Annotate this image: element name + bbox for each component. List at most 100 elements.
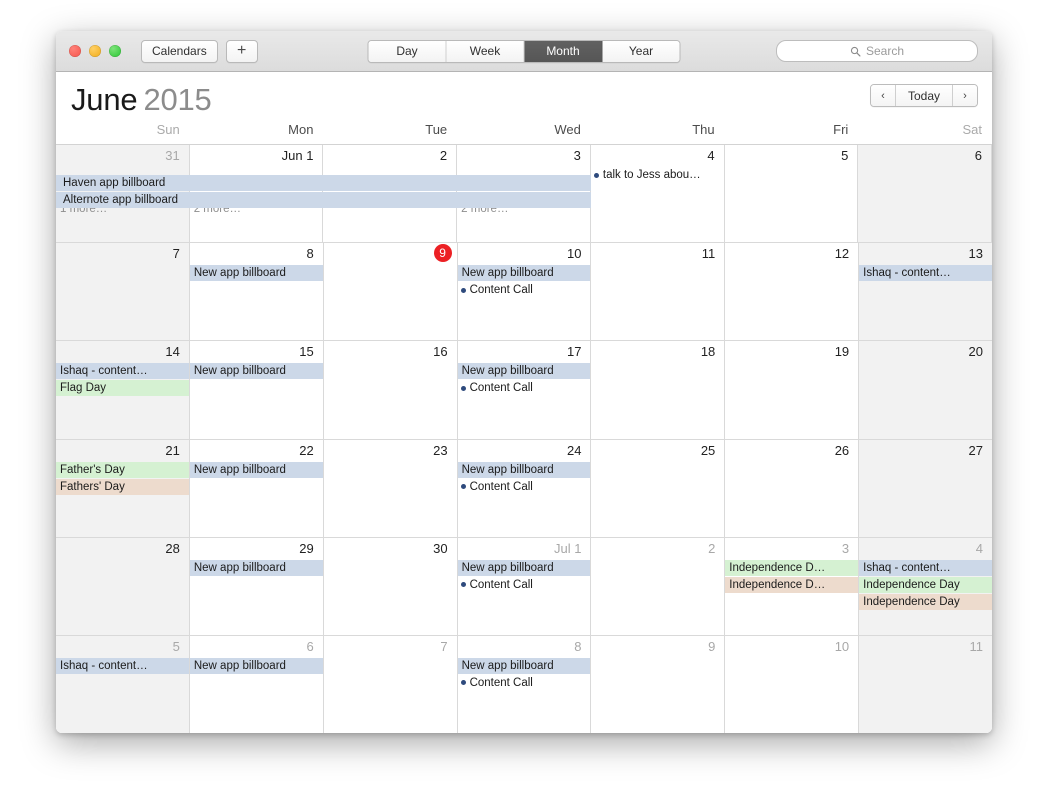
event-dot-icon <box>460 582 466 588</box>
multi-day-event-banner[interactable]: Alternote app billboard <box>56 192 591 208</box>
day-cell[interactable]: 30 <box>324 537 458 635</box>
day-number: 27 <box>968 442 984 458</box>
day-cell[interactable]: 8 New app billboard <box>189 243 324 341</box>
calendar-event[interactable]: Ishaq - content… <box>859 265 992 282</box>
week-row: 7 8 New app billboard 9 10 New app billboard C… <box>56 243 992 342</box>
day-cell[interactable]: 10 New app billboard Content Call <box>457 243 592 341</box>
calendar-event[interactable]: New app billboard <box>457 657 591 674</box>
calendar-event[interactable]: New app billboard <box>189 657 323 674</box>
day-cell[interactable]: 14 Ishaq - content… Flag Day <box>56 341 190 439</box>
calendar-event[interactable]: Content Call <box>458 479 591 495</box>
day-cell[interactable]: 24 New app billboard Content Call <box>457 439 592 537</box>
zoom-window-button[interactable] <box>109 45 121 57</box>
previous-month-button[interactable]: ‹ <box>870 85 896 106</box>
multi-day-event-banner[interactable]: Haven app billboard <box>56 175 591 191</box>
day-cell[interactable]: 6 <box>858 145 992 243</box>
calendar-event[interactable]: Content Call <box>458 675 591 691</box>
calendar-event[interactable]: Flag Day <box>56 380 189 397</box>
calendar-event[interactable]: Ishaq - content… <box>859 559 992 576</box>
day-number: 10 <box>834 638 850 654</box>
calendar-event[interactable]: Independence D… <box>725 576 859 593</box>
day-cell[interactable]: 27 <box>859 439 992 537</box>
search-field[interactable]: Search <box>776 40 978 62</box>
today-button[interactable]: Today <box>895 85 953 106</box>
calendar-event[interactable]: Content Call <box>458 380 591 396</box>
calendar-event[interactable]: New app billboard <box>189 559 323 576</box>
calendar-event[interactable]: Ishaq - content… <box>56 657 189 674</box>
day-number: 8 <box>574 638 582 654</box>
calendar-event[interactable]: Independence Day <box>859 576 992 593</box>
day-cell[interactable]: 23 <box>324 439 458 537</box>
close-window-button[interactable] <box>69 45 81 57</box>
day-cell[interactable]: 17 New app billboard Content Call <box>457 341 592 439</box>
day-cell[interactable]: Jul 1 New app billboard Content Call <box>457 537 592 635</box>
day-cell[interactable]: 13 Ishaq - content… <box>859 243 992 341</box>
tab-week[interactable]: Week <box>446 40 525 62</box>
calendar-event[interactable]: New app billboard <box>457 363 591 380</box>
day-cell[interactable]: 2 <box>591 537 726 635</box>
day-cell[interactable]: 6 New app billboard <box>189 635 324 733</box>
day-cell[interactable]: 19 <box>725 341 860 439</box>
calendar-event[interactable]: Content Call <box>458 577 591 593</box>
day-cell[interactable]: 4 Ishaq - content… Independence Day Indepen… <box>859 537 992 635</box>
tab-month[interactable]: Month <box>524 40 603 62</box>
calendar-event[interactable]: New app billboard <box>189 363 323 380</box>
calendar-event[interactable]: Independence Day <box>859 593 992 610</box>
day-cell[interactable]: 11 <box>859 635 992 733</box>
day-cell[interactable]: 28 <box>56 537 190 635</box>
calendar-event[interactable]: talk to Jess abou… <box>591 167 724 183</box>
day-events: New app billboard <box>189 265 323 282</box>
add-event-button[interactable]: + <box>225 39 258 63</box>
next-month-button[interactable]: › <box>953 85 977 106</box>
day-number: 28 <box>165 540 180 556</box>
view-mode-segmented-control[interactable]: Day Week Month Year <box>367 39 681 63</box>
day-cell[interactable]: 21 Father's Day Fathers' Day <box>56 439 190 537</box>
weekday-label-sat: Sat <box>962 122 983 137</box>
day-cell[interactable]: 22 New app billboard <box>189 439 324 537</box>
day-number: 11 <box>701 246 716 262</box>
day-events: New app billboard <box>189 559 323 576</box>
date-navigation-group[interactable]: ‹ Today › <box>869 84 978 107</box>
today-badge: 9 <box>433 244 452 263</box>
calendar-event[interactable]: New app billboard <box>189 461 323 478</box>
tab-day[interactable]: Day <box>368 40 447 62</box>
calendar-event[interactable]: New app billboard <box>457 559 591 576</box>
day-cell[interactable]: 9 <box>591 635 726 733</box>
day-cell[interactable]: 5 <box>725 145 859 243</box>
day-cell[interactable]: 7 <box>56 243 190 341</box>
day-number: 19 <box>834 344 850 360</box>
day-number: 10 <box>566 246 582 262</box>
calendars-button[interactable]: Calendars <box>141 39 218 63</box>
calendar-event[interactable]: Content Call <box>458 282 591 298</box>
day-number: 4 <box>975 540 984 556</box>
calendar-event[interactable]: Fathers' Day <box>56 478 189 495</box>
day-events: talk to Jess abou… <box>591 167 724 183</box>
day-cell[interactable]: 20 <box>859 341 992 439</box>
calendar-event[interactable]: New app billboard <box>457 461 591 478</box>
calendar-event[interactable]: Ishaq - content… <box>56 363 189 380</box>
page-title: June 2015 <box>71 82 212 118</box>
day-cell[interactable]: 5 Ishaq - content… <box>56 635 190 733</box>
minimize-window-button[interactable] <box>89 45 101 57</box>
calendar-event[interactable]: Independence D… <box>725 559 859 576</box>
calendar-event[interactable]: New app billboard <box>457 265 591 282</box>
day-cell[interactable]: 3 Independence D… Independence D… <box>725 537 860 635</box>
day-cell[interactable]: 26 <box>725 439 860 537</box>
day-cell[interactable]: 7 <box>324 635 458 733</box>
calendar-window: Calendars + Day Week Month Year Search J… <box>56 31 992 733</box>
day-cell[interactable]: 10 <box>725 635 860 733</box>
day-cell[interactable]: 11 <box>591 243 726 341</box>
day-cell[interactable]: 29 New app billboard <box>189 537 324 635</box>
day-cell[interactable]: 15 New app billboard <box>189 341 324 439</box>
day-cell[interactable]: 25 <box>591 439 726 537</box>
day-cell[interactable]: 12 <box>725 243 860 341</box>
day-number: 24 <box>566 442 582 458</box>
day-cell[interactable]: 16 <box>324 341 458 439</box>
calendar-event[interactable]: Father's Day <box>56 461 189 478</box>
day-cell[interactable]: 8 New app billboard Content Call <box>457 635 592 733</box>
day-cell[interactable]: 18 <box>591 341 726 439</box>
calendar-event[interactable]: New app billboard <box>189 265 323 282</box>
day-cell[interactable]: 4 talk to Jess abou… <box>591 145 725 243</box>
tab-year[interactable]: Year <box>602 40 680 62</box>
day-cell[interactable]: 9 <box>324 243 458 341</box>
